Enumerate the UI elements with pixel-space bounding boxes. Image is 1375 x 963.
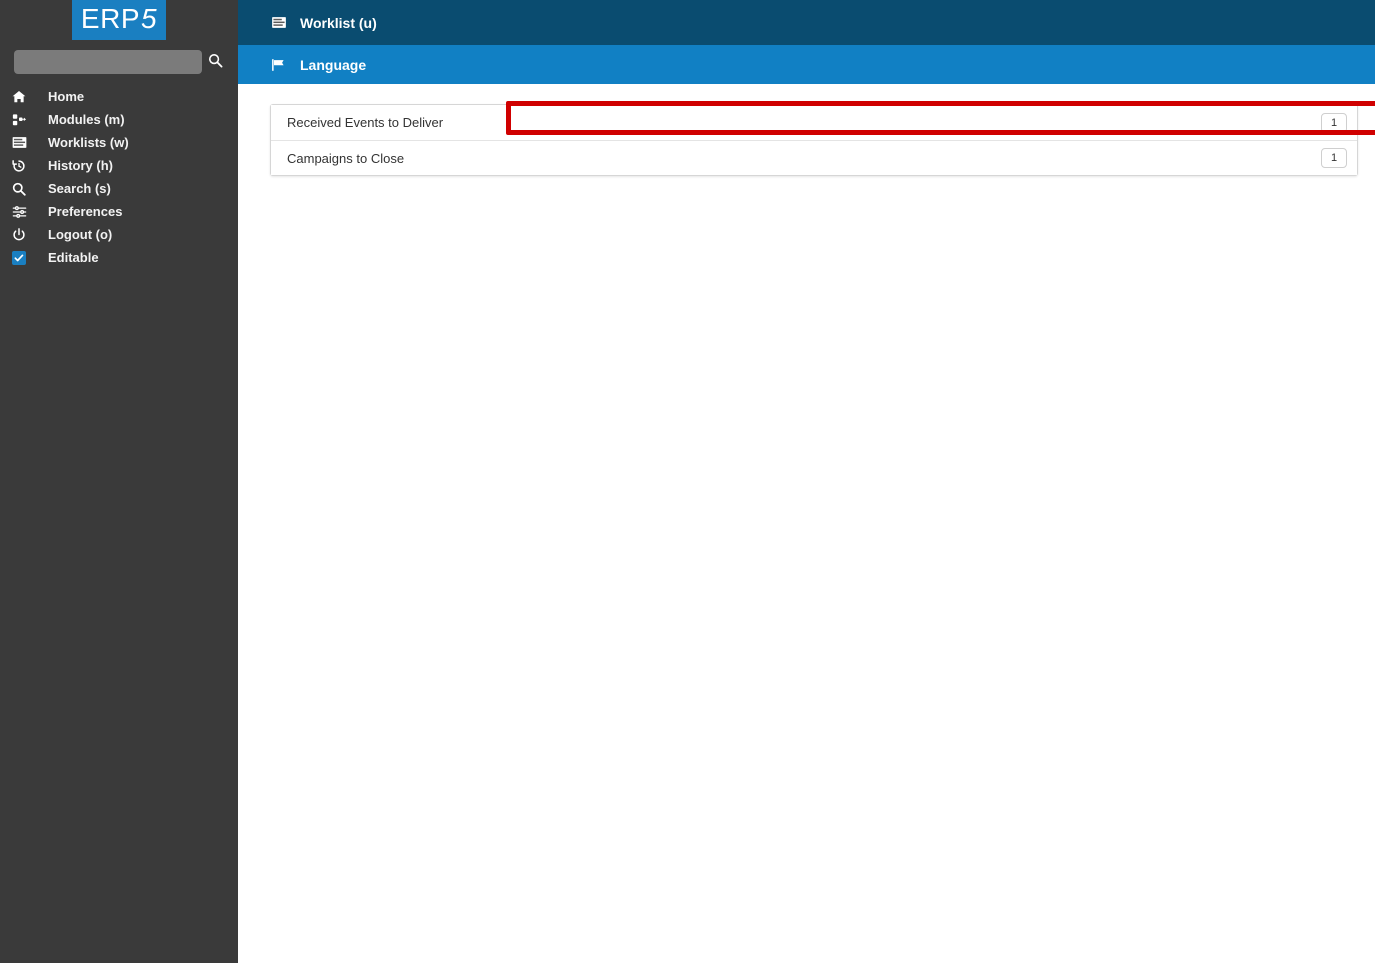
erp5-application: ERP 5 Home Modules (m) Worklists (w) His…: [0, 0, 1375, 963]
sidebar-item-home[interactable]: Home: [0, 85, 238, 108]
language-bar[interactable]: Language: [238, 45, 1375, 84]
sidebar-item-label: Home: [48, 89, 85, 104]
search-icon: [12, 182, 34, 196]
sidebar-item-label: Modules (m): [48, 112, 125, 127]
sidebar-item-search[interactable]: Search (s): [0, 177, 238, 200]
power-icon: [12, 227, 34, 242]
sidebar-item-label: Worklists (w): [48, 135, 129, 150]
flag-icon: [270, 58, 288, 72]
worklist-row-label: Received Events to Deliver: [287, 115, 444, 130]
worklist-panel: Received Events to Deliver 1 Campaigns t…: [270, 104, 1358, 176]
worklist-lines-icon: [12, 136, 34, 149]
sidebar-item-worklists[interactable]: Worklists (w): [0, 131, 238, 154]
sidebar-item-preferences[interactable]: Preferences: [0, 200, 238, 223]
search-input[interactable]: [14, 50, 202, 74]
content-area: Received Events to Deliver 1 Campaigns t…: [238, 84, 1375, 963]
history-clock-icon: [12, 159, 34, 173]
sidebar-item-modules[interactable]: Modules (m): [0, 108, 238, 131]
sidebar-item-label: History (h): [48, 158, 113, 173]
sidebar-search-row: [0, 45, 238, 79]
logo-text: ERP: [80, 3, 140, 34]
main-area: Worklist (u) Language Received Events to…: [238, 0, 1375, 963]
erp5-logo[interactable]: ERP 5: [72, 0, 166, 40]
worklist-row-count-badge: 1: [1321, 112, 1347, 133]
worklist-lines-icon: [270, 16, 288, 29]
sidebar-item-editable[interactable]: Editable: [0, 246, 238, 269]
worklist-header-title: Worklist (u): [300, 14, 377, 31]
worklist-row-label: Campaigns to Close: [287, 150, 405, 166]
worklist-header-bar[interactable]: Worklist (u): [238, 0, 1375, 45]
worklist-row-received-events[interactable]: Received Events to Deliver 1: [271, 105, 1357, 140]
worklist-row-campaigns-to-close[interactable]: Campaigns to Close 1: [271, 140, 1357, 175]
search-icon: [208, 53, 223, 71]
worklist-row-count-badge: 1: [1321, 148, 1347, 168]
sidebar-item-label: Logout (o): [48, 227, 113, 242]
sidebar-item-label: Search (s): [48, 181, 111, 196]
modules-icon: [12, 113, 34, 127]
sidebar-item-label: Editable: [48, 250, 99, 265]
sidebar-item-label: Preferences: [48, 204, 123, 219]
search-submit-button[interactable]: [202, 50, 228, 74]
logo-container: ERP 5: [0, 0, 238, 40]
logo-accent: 5: [141, 3, 158, 34]
sidebar-item-history[interactable]: History (h): [0, 154, 238, 177]
sidebar-item-logout[interactable]: Logout (o): [0, 223, 238, 246]
language-bar-title: Language: [300, 56, 367, 73]
sidebar-nav: Home Modules (m) Worklists (w) History (…: [0, 85, 238, 269]
checkbox-checked-icon[interactable]: [12, 250, 34, 265]
home-icon: [12, 90, 34, 104]
sidebar: ERP 5 Home Modules (m) Worklists (w) His…: [0, 0, 238, 963]
sliders-icon: [12, 205, 34, 219]
